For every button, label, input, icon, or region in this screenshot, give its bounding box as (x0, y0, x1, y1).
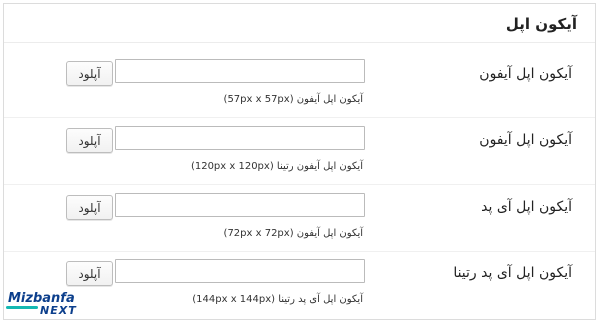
ipad-retina-icon-upload-button[interactable]: آپلود (66, 261, 113, 286)
ipad-icon-hint: آیکون اپل آیفون (72px x 72px) (223, 228, 363, 239)
row-divider (4, 251, 595, 252)
iphone-retina-icon-upload-button[interactable]: آپلود (66, 128, 113, 153)
mizbanfa-logo: Mizbanfa NEXT (6, 291, 88, 319)
panel-title: آیکون اپل (505, 15, 577, 33)
row-divider (4, 117, 595, 118)
ipad-icon-url-input[interactable] (115, 193, 365, 217)
logo-swirl (6, 306, 38, 309)
settings-panel: آیکون اپل آیکون اپل آیفون آپلود آیکون اپ… (3, 3, 596, 320)
ipad-icon-upload-button[interactable]: آپلود (66, 195, 113, 220)
row-divider (4, 184, 595, 185)
ipad-retina-icon-url-input[interactable] (115, 259, 365, 283)
iphone-icon-upload-button[interactable]: آپلود (66, 61, 113, 86)
row-label-ipad-icon: آیکون اپل آی پد (481, 199, 572, 215)
iphone-retina-icon-hint: آیکون اپل آیفون رتینا (120px x 120px) (190, 161, 363, 172)
logo-next-text: NEXT (40, 304, 77, 317)
row-label-iphone-retina-icon: آیکون اپل آیفون (479, 132, 572, 148)
title-divider (4, 42, 595, 43)
ipad-retina-icon-hint: آیکون اپل آی پد رتینا (144px x 144px) (192, 294, 363, 305)
iphone-retina-icon-url-input[interactable] (115, 126, 365, 150)
iphone-icon-hint: آیکون اپل آیفون (57px x 57px) (223, 94, 363, 105)
row-label-iphone-icon: آیکون اپل آیفون (479, 66, 572, 82)
row-label-ipad-retina-icon: آیکون اپل آی پد رتینا (453, 265, 572, 281)
iphone-icon-url-input[interactable] (115, 59, 365, 83)
